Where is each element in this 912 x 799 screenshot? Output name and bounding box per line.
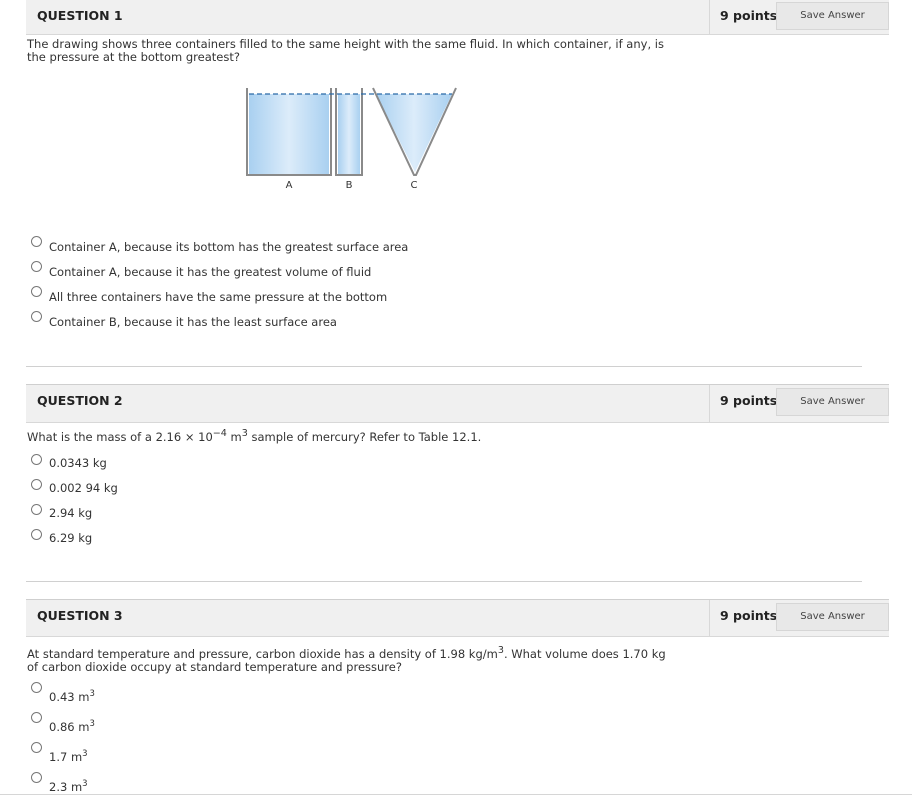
question-title: QUESTION 3	[37, 608, 123, 623]
points-area: 9 points Save Answer	[709, 385, 890, 422]
save-answer-button[interactable]: Save Answer	[776, 388, 889, 416]
option-label: 0.002 94 kg	[49, 481, 118, 495]
save-answer-button[interactable]: Save Answer	[776, 603, 889, 631]
option-value: 2.3 m	[49, 780, 83, 794]
page-bottom-line	[0, 794, 912, 795]
points-area: 9 points Save Answer	[709, 0, 890, 34]
option-radio[interactable]	[31, 529, 42, 540]
question-2-header: QUESTION 2 9 points Save Answer	[26, 385, 889, 423]
option-label: 2.94 kg	[49, 506, 93, 520]
prompt-text: m	[226, 430, 242, 444]
option-radio[interactable]	[31, 236, 42, 247]
label-c: C	[411, 180, 418, 191]
question-1-header: QUESTION 1 9 points Save Answer	[26, 0, 889, 35]
option-label: 6.29 kg	[49, 531, 93, 545]
prompt-exponent: −4	[212, 428, 227, 440]
question-prompt: What is the mass of a 2.16 × 10−4 m3 sam…	[27, 428, 677, 444]
prompt-text: sample of mercury? Refer to Table 12.1.	[247, 430, 482, 444]
option-radio[interactable]	[31, 682, 42, 693]
container-c	[372, 87, 457, 176]
container-b	[335, 88, 363, 176]
label-b: B	[346, 180, 353, 191]
option-radio[interactable]	[31, 742, 42, 753]
option-radio[interactable]	[31, 479, 42, 490]
option-exponent: 3	[82, 749, 88, 760]
containers-figure: A B C	[246, 87, 457, 191]
option-radio[interactable]	[31, 504, 42, 515]
option-radio[interactable]	[31, 286, 42, 297]
prompt-text: What is the mass of a 2.16 × 10	[27, 430, 213, 444]
option-label: 0.86 m3	[49, 720, 95, 734]
question-prompt: The drawing shows three containers fille…	[27, 37, 664, 64]
option-label: 0.0343 kg	[49, 456, 107, 470]
option-value: 0.43 m	[49, 690, 90, 704]
option-value: 0.86 m	[49, 720, 90, 734]
option-label: Container A, because its bottom has the …	[49, 240, 409, 254]
container-a	[246, 88, 332, 176]
question-title: QUESTION 1	[37, 8, 123, 23]
question-title: QUESTION 2	[37, 393, 123, 408]
option-radio[interactable]	[31, 712, 42, 723]
label-a: A	[286, 180, 293, 191]
option-exponent: 3	[82, 779, 88, 790]
option-exponent: 3	[89, 689, 95, 700]
option-radio[interactable]	[31, 772, 42, 783]
option-label: Container A, because it has the greatest…	[49, 265, 372, 279]
save-answer-button[interactable]: Save Answer	[776, 2, 889, 30]
option-label: 0.43 m3	[49, 690, 95, 704]
prompt-text: At standard temperature and pressure, ca…	[27, 647, 498, 661]
divider	[26, 581, 862, 582]
option-exponent: 3	[89, 719, 95, 730]
option-label: All three containers have the same press…	[49, 290, 388, 304]
option-label: Container B, because it has the least su…	[49, 315, 337, 329]
question-prompt: At standard temperature and pressure, ca…	[27, 646, 677, 674]
option-label: 2.3 m3	[49, 780, 88, 794]
points-label: 9 points	[720, 393, 778, 408]
option-radio[interactable]	[31, 454, 42, 465]
points-label: 9 points	[720, 608, 778, 623]
option-value: 1.7 m	[49, 750, 83, 764]
points-label: 9 points	[720, 8, 778, 23]
question-3-header: QUESTION 3 9 points Save Answer	[26, 600, 889, 637]
option-radio[interactable]	[31, 311, 42, 322]
divider	[26, 366, 862, 367]
option-label: 1.7 m3	[49, 750, 88, 764]
option-radio[interactable]	[31, 261, 42, 272]
points-area: 9 points Save Answer	[709, 600, 890, 636]
